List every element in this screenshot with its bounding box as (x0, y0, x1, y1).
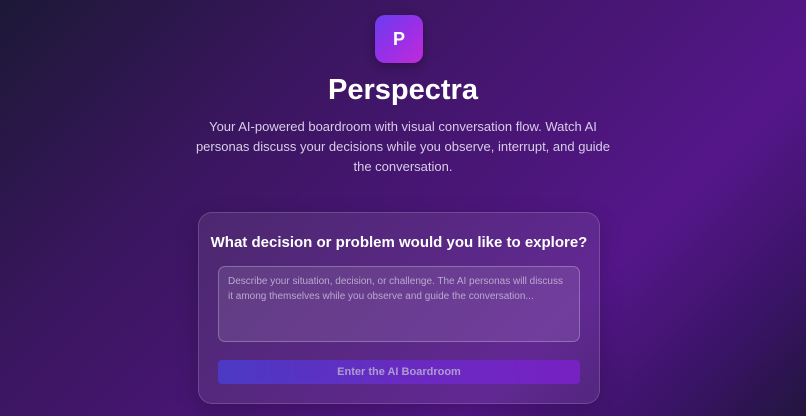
enter-boardroom-button[interactable]: Enter the AI Boardroom (218, 360, 580, 384)
decision-input[interactable] (218, 266, 580, 342)
decision-heading: What decision or problem would you like … (210, 234, 588, 251)
decision-card: What decision or problem would you like … (198, 212, 600, 404)
app-logo: P (375, 15, 423, 63)
app-title: Perspectra (328, 74, 478, 106)
app-subtitle: Your AI-powered boardroom with visual co… (195, 119, 611, 174)
logo-letter: P (392, 28, 405, 49)
